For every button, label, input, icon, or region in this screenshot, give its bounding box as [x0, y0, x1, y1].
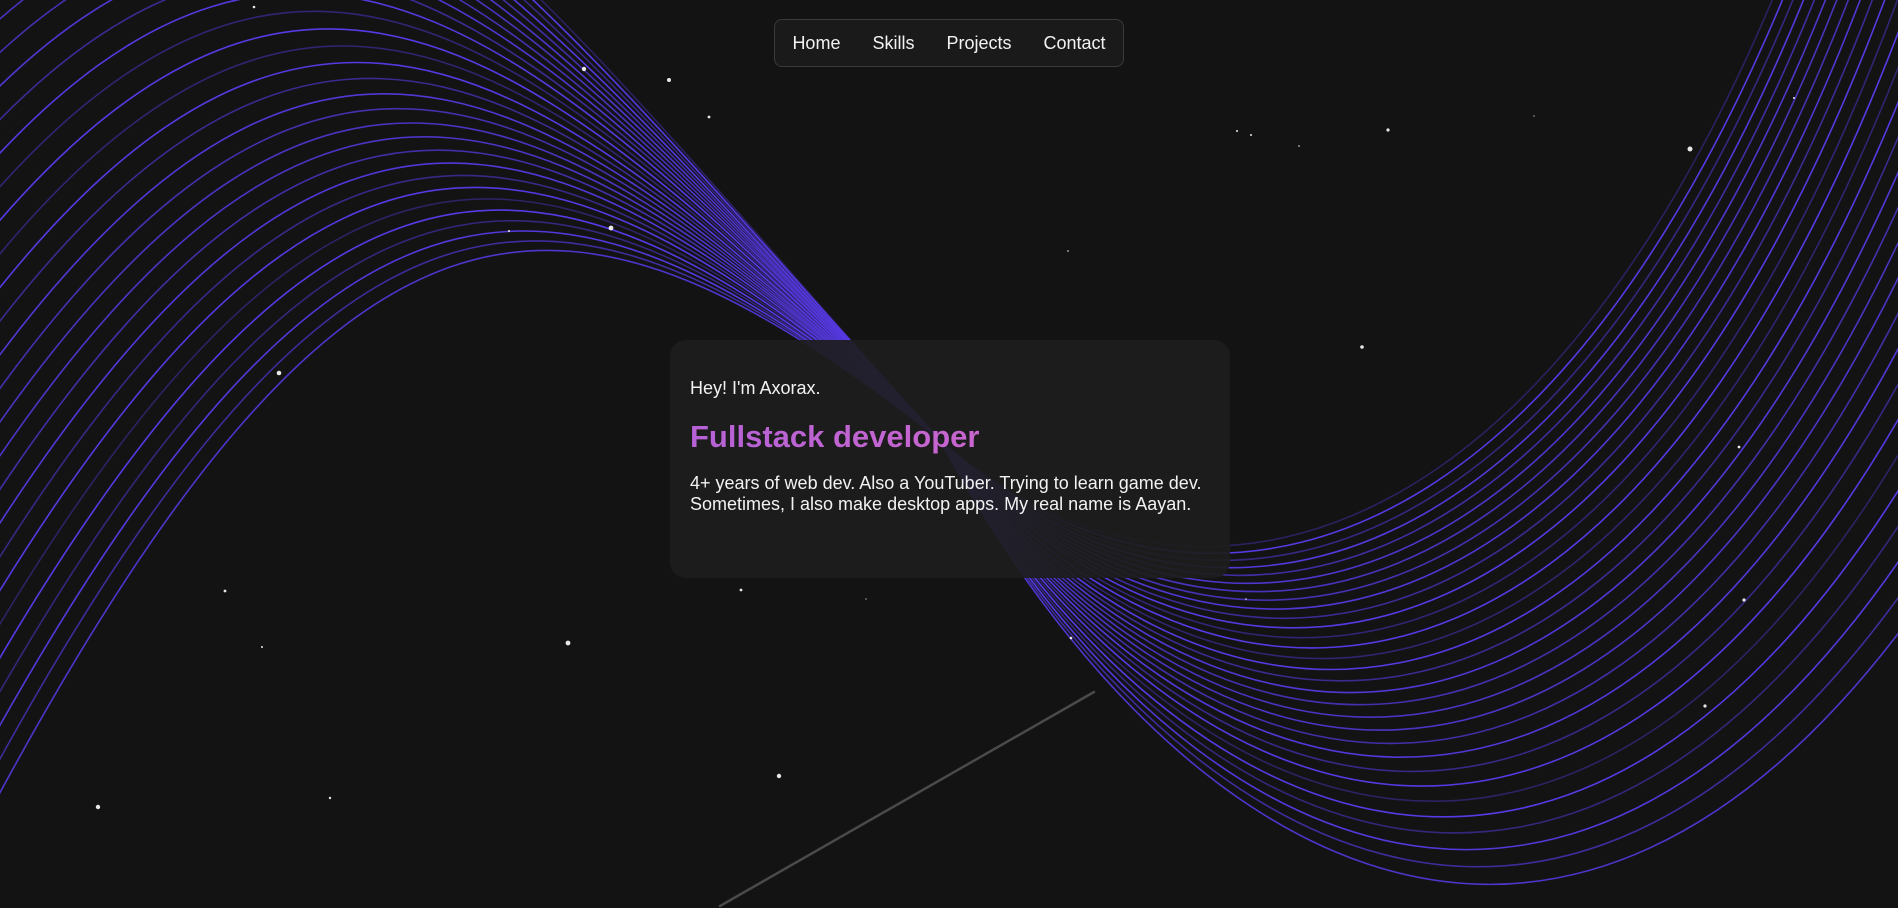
- star: [276, 370, 282, 376]
- star: [1069, 636, 1073, 640]
- shooting-star: [718, 690, 1096, 908]
- star: [1737, 445, 1741, 449]
- star: [252, 5, 256, 9]
- star: [1067, 250, 1069, 252]
- star: [1742, 598, 1746, 602]
- nav-projects-link[interactable]: Projects: [930, 19, 1027, 67]
- star: [776, 773, 782, 779]
- nav-contact-link[interactable]: Contact: [1028, 19, 1122, 67]
- star: [1703, 704, 1707, 708]
- star: [1236, 130, 1238, 132]
- role-heading: Fullstack developer: [690, 419, 1210, 455]
- star: [707, 115, 711, 119]
- bio-text: 4+ years of web dev. Also a YouTuber. Tr…: [690, 473, 1202, 514]
- star: [1250, 134, 1252, 136]
- star: [739, 588, 743, 592]
- nav-home-link[interactable]: Home: [776, 19, 856, 67]
- star: [328, 796, 332, 800]
- star: [508, 230, 510, 232]
- star: [608, 225, 614, 231]
- star: [667, 78, 671, 82]
- star: [1386, 128, 1390, 132]
- star: [261, 646, 263, 648]
- star: [581, 66, 587, 72]
- intro-card: Hey! I'm Axorax. Fullstack developer 4+ …: [670, 340, 1230, 578]
- navbar: Home Skills Projects Contact: [774, 19, 1124, 67]
- hero-section: Home Skills Projects Contact Hey! I'm Ax…: [0, 0, 1898, 908]
- star: [1533, 115, 1535, 117]
- greeting-text: Hey! I'm Axorax.: [690, 378, 821, 398]
- star: [1687, 146, 1693, 152]
- star: [565, 640, 571, 646]
- star: [1793, 97, 1795, 99]
- star: [865, 598, 867, 600]
- star: [1245, 598, 1247, 600]
- star: [95, 804, 101, 810]
- nav-skills-link[interactable]: Skills: [856, 19, 930, 67]
- star: [223, 589, 227, 593]
- star: [1360, 345, 1364, 349]
- star: [1298, 145, 1300, 147]
